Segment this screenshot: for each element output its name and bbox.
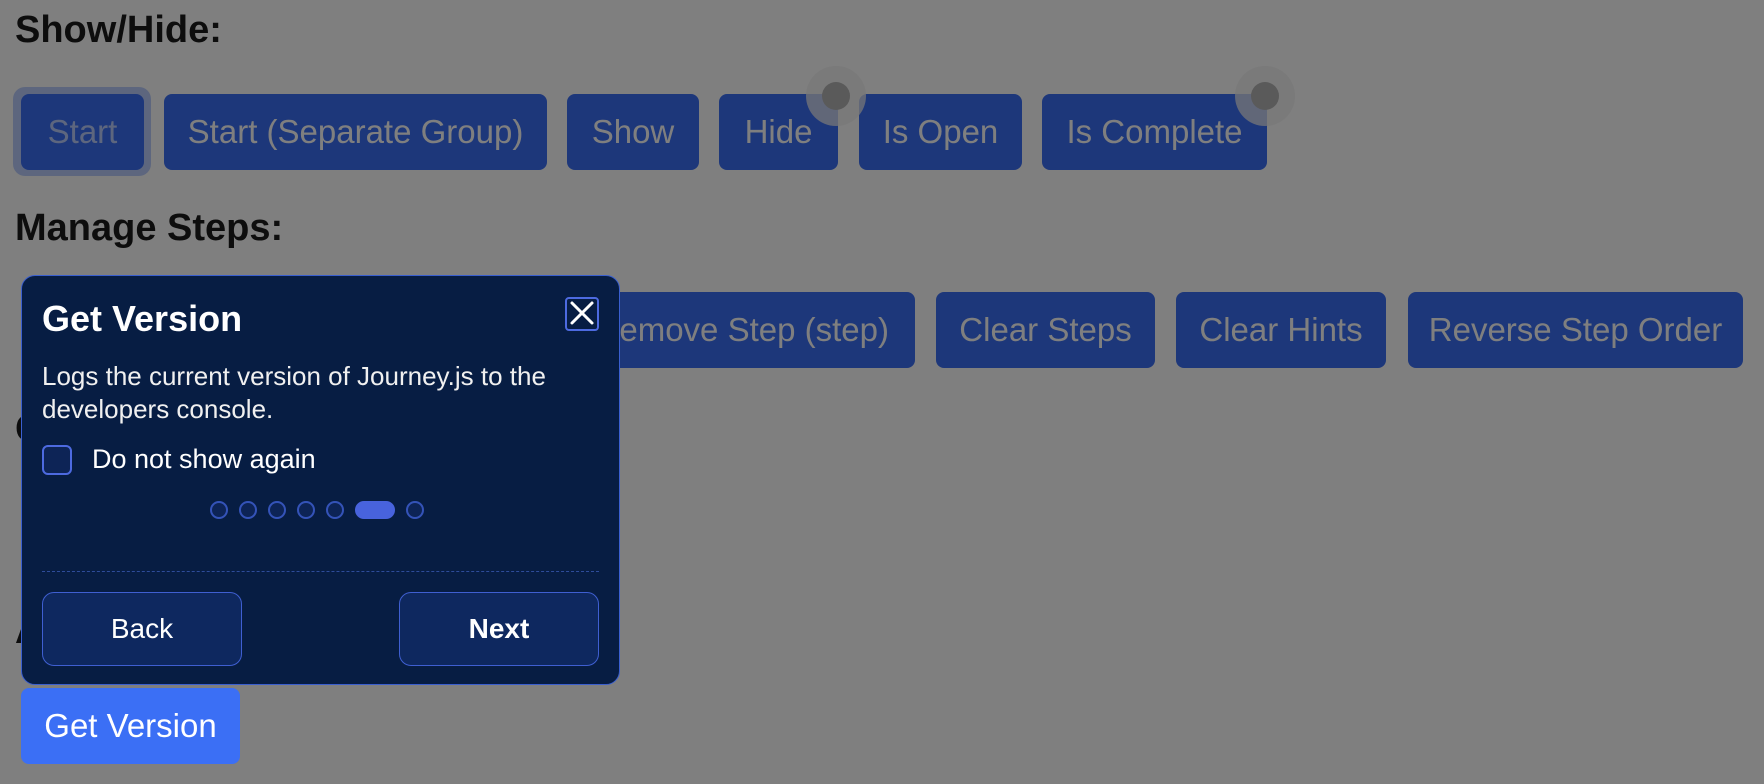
hint-marker-dot — [822, 82, 850, 110]
progress-dot[interactable] — [268, 501, 286, 519]
do-not-show-again-label[interactable]: Do not show again — [92, 444, 316, 475]
progress-dot-active[interactable] — [355, 501, 395, 519]
close-icon — [569, 300, 595, 329]
dialog-divider — [42, 571, 599, 572]
tour-dialog: Get Version Logs the current version of … — [21, 275, 620, 685]
next-button[interactable]: Next — [399, 592, 599, 666]
get-version-button[interactable]: Get Version — [21, 688, 240, 764]
hint-marker-icon[interactable] — [1235, 66, 1295, 126]
hint-marker-dot — [1251, 82, 1279, 110]
do-not-show-again[interactable]: Do not show again — [42, 444, 316, 475]
dialog-description: Logs the current version of Journey.js t… — [42, 361, 546, 424]
dialog-title: Get Version — [42, 298, 243, 339]
close-button[interactable] — [565, 297, 599, 331]
hint-marker-icon[interactable] — [806, 66, 866, 126]
progress-dot[interactable] — [297, 501, 315, 519]
do-not-show-again-checkbox[interactable] — [42, 444, 72, 475]
progress-dot[interactable] — [326, 501, 344, 519]
progress-dot[interactable] — [239, 501, 257, 519]
back-button[interactable]: Back — [42, 592, 242, 666]
progress-dot[interactable] — [210, 501, 228, 519]
step-progress-dots — [210, 501, 435, 519]
progress-dot[interactable] — [406, 501, 424, 519]
